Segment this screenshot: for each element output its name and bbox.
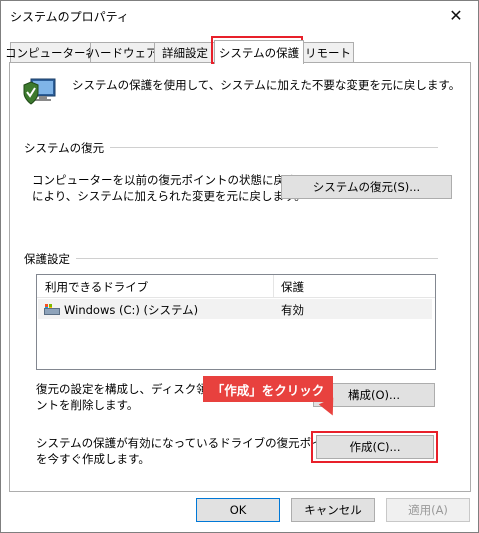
apply-button[interactable]: 適用(A) [386, 498, 470, 522]
window-title: システムのプロパティ [10, 10, 129, 24]
instruction-callout: 「作成」をクリック [203, 376, 333, 402]
column-header-drive[interactable]: 利用できるドライブ [45, 279, 148, 295]
restore-description-line1: コンピューターを以前の復元ポイントの状態に戻すこと [32, 173, 320, 187]
system-restore-button[interactable]: システムの復元(S)... [281, 175, 452, 199]
column-separator [273, 275, 274, 297]
column-header-protection[interactable]: 保護 [281, 279, 304, 295]
drive-list-header: 利用できるドライブ 保護 [37, 275, 435, 298]
protection-group-label: 保護設定 [24, 251, 76, 267]
cancel-button[interactable]: キャンセル [291, 498, 375, 522]
tab-computer-name[interactable]: コンピューター名 [5, 42, 97, 63]
restore-group-label: システムの復元 [24, 140, 111, 156]
close-button[interactable]: ✕ [433, 0, 479, 30]
restore-description-line2: により、システムに加えられた変更を元に戻します。 [32, 189, 306, 203]
table-row[interactable]: Windows (C:) (システム) 有効 [38, 299, 432, 319]
configure-description-line1: 復元の設定を構成し、ディスク領域 [36, 382, 220, 396]
drive-icon [44, 304, 60, 315]
create-description-line1: システムの保護が有効になっているドライブの復元ポイント [36, 436, 346, 450]
title-bar: システムのプロパティ ✕ [0, 0, 479, 30]
tab-system-protection[interactable]: システムの保護 [214, 40, 304, 64]
group-divider-protection [28, 258, 438, 259]
intro-text: システムの保護を使用して、システムに加えた不要な変更を元に戻します。 [72, 78, 461, 92]
drive-protection-status: 有効 [281, 303, 304, 317]
drive-name: Windows (C:) (システム) [64, 303, 199, 317]
create-description-line2: を今すぐ作成します。 [36, 452, 150, 466]
system-protection-icon [23, 78, 56, 105]
ok-button[interactable]: OK [196, 498, 280, 522]
tab-hardware[interactable]: ハードウェア [89, 42, 158, 63]
configure-description-line2: ントを削除します。 [36, 398, 139, 412]
create-button[interactable]: 作成(C)... [316, 435, 434, 459]
tab-advanced[interactable]: 詳細設定 [154, 42, 216, 63]
drive-list[interactable]: 利用できるドライブ 保護 Windows (C:) (システム) 有効 [36, 274, 436, 370]
tab-remote[interactable]: リモート [302, 42, 354, 63]
close-icon: ✕ [449, 5, 463, 25]
